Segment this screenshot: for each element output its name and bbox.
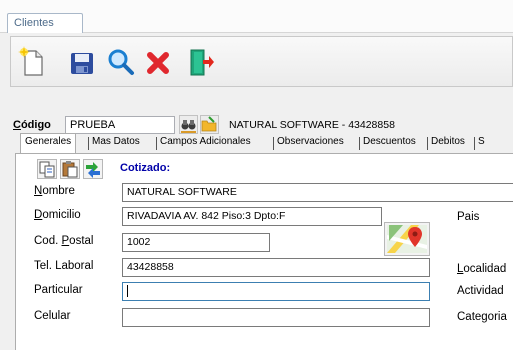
copy-button[interactable] (37, 159, 57, 179)
map-pin-icon (387, 225, 427, 253)
actividad-label: Actividad (457, 285, 504, 297)
tab-separator (427, 137, 428, 150)
tab-debitos[interactable]: Debitos (431, 136, 465, 147)
pais-label: Pais (457, 211, 480, 223)
tab-separator (88, 137, 89, 150)
code-input[interactable]: PRUEBA (65, 116, 175, 134)
cod-postal-input[interactable]: 1002 (122, 233, 270, 252)
transfer-button[interactable] (83, 159, 103, 179)
exit-button[interactable] (185, 46, 215, 78)
text-caret (127, 285, 128, 298)
tab-generales[interactable]: Generales (20, 133, 77, 153)
new-button[interactable] (17, 46, 47, 78)
tab-descuentos[interactable]: Descuentos (363, 136, 416, 147)
window-tab-strip: Clientes (0, 0, 513, 34)
celular-label: Celular (34, 310, 71, 322)
folder-icon (201, 116, 217, 132)
toolbar (10, 36, 513, 87)
paste-icon (62, 161, 78, 178)
toolbar-area (0, 33, 513, 93)
tab-observaciones[interactable]: Observaciones (277, 136, 344, 147)
code-label: Código (13, 119, 51, 131)
delete-icon (147, 52, 169, 74)
paste-button[interactable] (60, 159, 80, 179)
categoria-label: Categoria (457, 311, 507, 323)
generales-panel: Cotizado: Nombre NATURAL SOFTWARE Domici… (15, 153, 513, 350)
particular-label: Particular (34, 284, 83, 296)
tel-laboral-input[interactable]: 43428858 (122, 258, 430, 277)
cod-postal-label: Cod. Postal (34, 235, 94, 247)
tab-separator (156, 137, 157, 150)
celular-input[interactable] (122, 308, 430, 327)
save-icon (71, 53, 93, 74)
tab-clientes[interactable]: Clientes (7, 13, 83, 34)
code-folder-button[interactable] (200, 115, 219, 134)
tab-more[interactable]: S (478, 136, 485, 147)
tab-separator (474, 137, 475, 150)
form-tabs: Generales Mas Datos Campos Adicionales O… (15, 133, 513, 153)
client-description: NATURAL SOFTWARE - 43428858 (229, 119, 395, 131)
nombre-input[interactable]: NATURAL SOFTWARE (122, 183, 513, 202)
cotizado-status: Cotizado: (120, 162, 171, 174)
new-icon (18, 46, 43, 76)
tab-mas-datos[interactable]: Mas Datos (92, 136, 140, 147)
binoculars-icon (181, 120, 196, 133)
search-icon (108, 49, 134, 75)
maps-button[interactable] (384, 222, 430, 256)
domicilio-label: Domicilio (34, 209, 81, 221)
delete-button[interactable] (143, 46, 173, 78)
exit-icon (190, 49, 214, 76)
particular-input[interactable] (122, 282, 430, 301)
localidad-label: Localidad (457, 263, 507, 275)
nombre-label: Nombre (34, 185, 75, 197)
tab-campos-adicionales[interactable]: Campos Adicionales (160, 136, 251, 147)
search-button[interactable] (106, 46, 136, 78)
tab-separator (273, 137, 274, 150)
copy-icon (39, 161, 55, 178)
tab-separator (359, 137, 360, 150)
tel-laboral-label: Tel. Laboral (34, 260, 94, 272)
save-button[interactable] (67, 46, 97, 78)
client-form: Código PRUEBA NATURAL SOFTWARE - 4342885… (0, 93, 513, 350)
code-search-button[interactable] (179, 115, 198, 134)
transfer-icon (86, 162, 100, 178)
domicilio-input[interactable]: RIVADAVIA AV. 842 Piso:3 Dpto:F (122, 207, 382, 226)
